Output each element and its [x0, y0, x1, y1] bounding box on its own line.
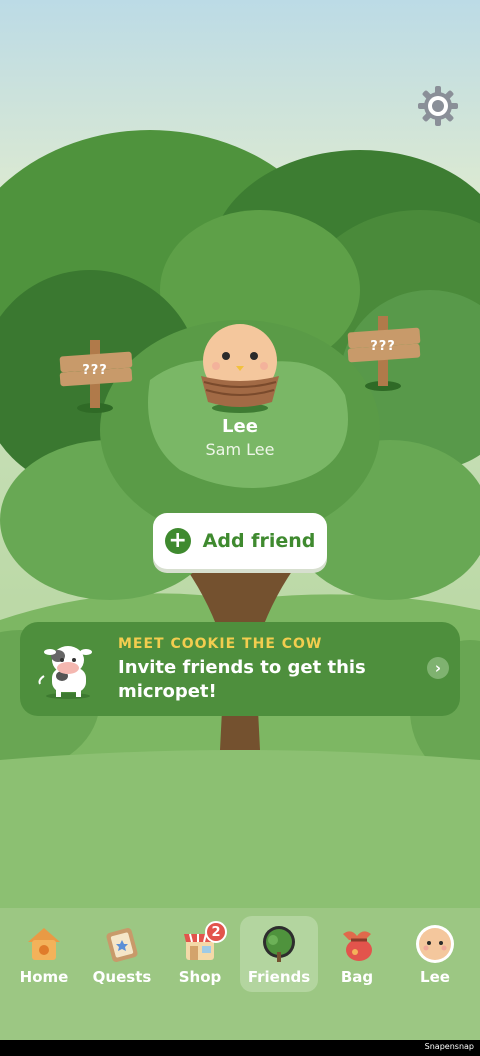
- plus-icon: +: [164, 528, 191, 554]
- shop-badge: 2: [205, 921, 227, 943]
- svg-text:???: ???: [370, 339, 396, 354]
- nav-item-home[interactable]: Home: [5, 916, 83, 992]
- promo-body: Invite friends to get this micropet!: [118, 657, 366, 702]
- nav-label-bag: Bag: [340, 968, 374, 986]
- bag-icon: [343, 931, 372, 961]
- nav-item-bag[interactable]: Bag: [318, 916, 396, 992]
- invite-promo-card[interactable]: MEET COOKIE THE COW Invite friends to ge…: [20, 622, 460, 716]
- nav-label-profile: Lee: [420, 968, 450, 986]
- chevron-right-icon[interactable]: ›: [427, 657, 449, 679]
- nav-label-friends: Friends: [247, 968, 311, 986]
- cow-micropet-icon: [38, 646, 92, 699]
- nav-item-quests[interactable]: Quests: [83, 916, 161, 992]
- player-display-name: Lee: [222, 416, 258, 437]
- nav-label-shop: Shop: [178, 968, 222, 986]
- nav-label-quests: Quests: [92, 968, 152, 986]
- nav-item-friends[interactable]: Friends: [240, 916, 318, 992]
- add-friend-button[interactable]: + Add friend: [153, 513, 327, 569]
- add-friend-label: Add friend: [202, 530, 316, 552]
- svg-text:???: ???: [82, 363, 108, 378]
- player-full-name: Sam Lee: [205, 440, 275, 459]
- bottom-navigation: Home Quests 2 Shop Friends Bag Lee: [0, 908, 480, 1040]
- settings-gear-icon[interactable]: [416, 84, 460, 128]
- quest-scroll-icon: [106, 928, 138, 962]
- nav-item-shop[interactable]: 2 Shop: [161, 916, 239, 992]
- tree-icon: [263, 926, 295, 962]
- avatar-icon: [416, 925, 454, 963]
- footer-credit: Snapensnap: [424, 1042, 474, 1051]
- nav-label-home: Home: [19, 968, 69, 986]
- friends-screen: ??? ??? Lee Sam Lee + Add friend MEET CO…: [0, 0, 480, 1040]
- nav-item-profile[interactable]: Lee: [396, 916, 474, 992]
- house-icon: [28, 928, 60, 960]
- promo-kicker: MEET COOKIE THE COW: [118, 636, 323, 652]
- footer-bar: Snapensnap: [0, 1040, 480, 1056]
- player-avatar[interactable]: [201, 324, 279, 413]
